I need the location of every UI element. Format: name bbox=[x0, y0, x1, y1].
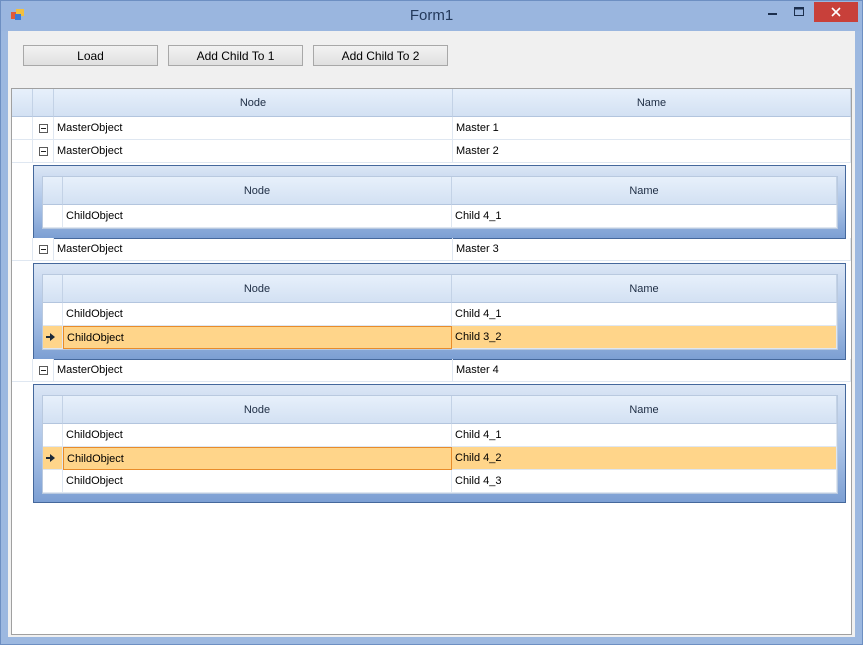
child-name-cell[interactable]: Child 4_1 bbox=[452, 424, 837, 447]
column-header-name[interactable]: Name bbox=[453, 89, 851, 117]
current-row-arrow-icon bbox=[46, 454, 55, 462]
child-row-header-current[interactable] bbox=[43, 326, 63, 349]
child-column-header-node[interactable]: Node bbox=[63, 275, 452, 303]
child-row-header-current[interactable] bbox=[43, 447, 63, 470]
master-node-cell[interactable]: MasterObject bbox=[54, 117, 453, 140]
expander-column-header bbox=[33, 89, 54, 117]
child-name-cell[interactable]: Child 4_1 bbox=[452, 303, 837, 326]
master-node-cell[interactable]: MasterObject bbox=[54, 238, 453, 261]
current-row-arrow-icon bbox=[46, 333, 55, 341]
child-row-header[interactable] bbox=[43, 303, 63, 326]
child-row-header[interactable] bbox=[43, 205, 63, 228]
master-name-cell[interactable]: Master 4 bbox=[453, 359, 851, 382]
row-header[interactable] bbox=[12, 117, 33, 140]
child-node-cell-selected[interactable]: ChildObject bbox=[63, 447, 452, 470]
master-node-cell[interactable]: MasterObject bbox=[54, 140, 453, 163]
child-column-header-node[interactable]: Node bbox=[63, 177, 452, 205]
child-node-cell[interactable]: ChildObject bbox=[63, 205, 452, 228]
child-column-header-node[interactable]: Node bbox=[63, 396, 452, 424]
row-header[interactable] bbox=[12, 238, 33, 261]
child-column-header-name[interactable]: Name bbox=[452, 396, 837, 424]
child-name-cell-selected[interactable]: Child 3_2 bbox=[452, 326, 837, 349]
child-grid-panel: Node Name ChildObject Child 4_1 bbox=[33, 165, 846, 239]
child-grid[interactable]: Node Name ChildObject Child 4_1 ChildObj… bbox=[42, 395, 838, 494]
row-header[interactable] bbox=[12, 359, 33, 382]
child-node-cell[interactable]: ChildObject bbox=[63, 303, 452, 326]
master-name-cell[interactable]: Master 3 bbox=[453, 238, 851, 261]
child-name-cell[interactable]: Child 4_3 bbox=[452, 470, 837, 493]
child-node-cell[interactable]: ChildObject bbox=[63, 470, 452, 493]
close-icon bbox=[831, 7, 841, 17]
child-name-cell-selected[interactable]: Child 4_2 bbox=[452, 447, 837, 470]
expander-cell[interactable] bbox=[33, 238, 54, 261]
collapse-icon[interactable] bbox=[39, 147, 48, 156]
window-title: Form1 bbox=[409, 7, 454, 24]
child-grid[interactable]: Node Name ChildObject Child 4_1 ChildObj… bbox=[42, 274, 838, 350]
add-child-to-1-button[interactable]: Add Child To 1 bbox=[168, 45, 303, 66]
child-name-cell[interactable]: Child 4_1 bbox=[452, 205, 837, 228]
child-row-header-corner bbox=[43, 275, 63, 303]
client-area: Load Add Child To 1 Add Child To 2 Node … bbox=[8, 31, 855, 637]
collapse-icon[interactable] bbox=[39, 124, 48, 133]
child-row-header-corner bbox=[43, 177, 63, 205]
load-button[interactable]: Load bbox=[23, 45, 158, 66]
child-grid-panel: Node Name ChildObject Child 4_1 ChildObj… bbox=[33, 263, 846, 360]
child-row-header-corner bbox=[43, 396, 63, 424]
window: Form1 Load Add Child To 1 Add Child To 2… bbox=[0, 0, 863, 645]
title-bar[interactable]: Form1 bbox=[1, 1, 862, 31]
child-column-header-name[interactable]: Name bbox=[452, 275, 837, 303]
child-row-header[interactable] bbox=[43, 470, 63, 493]
column-header-node[interactable]: Node bbox=[54, 89, 453, 117]
expander-cell[interactable] bbox=[33, 140, 54, 163]
child-grid[interactable]: Node Name ChildObject Child 4_1 bbox=[42, 176, 838, 229]
row-header[interactable] bbox=[12, 140, 33, 163]
row-header-corner bbox=[12, 89, 33, 117]
collapse-icon[interactable] bbox=[39, 366, 48, 375]
child-grid-panel: Node Name ChildObject Child 4_1 ChildObj… bbox=[33, 384, 846, 503]
close-button[interactable] bbox=[814, 2, 858, 22]
child-node-cell-selected[interactable]: ChildObject bbox=[63, 326, 452, 349]
minimize-button[interactable] bbox=[761, 2, 785, 22]
master-name-cell[interactable]: Master 1 bbox=[453, 117, 851, 140]
master-grid[interactable]: Node Name MasterObject Master 1 MasterOb… bbox=[11, 88, 852, 635]
minimize-icon bbox=[768, 13, 777, 15]
master-name-cell[interactable]: Master 2 bbox=[453, 140, 851, 163]
expander-cell[interactable] bbox=[33, 359, 54, 382]
maximize-icon bbox=[793, 7, 804, 16]
child-node-cell[interactable]: ChildObject bbox=[63, 424, 452, 447]
maximize-button[interactable] bbox=[787, 2, 811, 22]
collapse-icon[interactable] bbox=[39, 245, 48, 254]
child-column-header-name[interactable]: Name bbox=[452, 177, 837, 205]
child-row-header[interactable] bbox=[43, 424, 63, 447]
master-node-cell[interactable]: MasterObject bbox=[54, 359, 453, 382]
add-child-to-2-button[interactable]: Add Child To 2 bbox=[313, 45, 448, 66]
expander-cell[interactable] bbox=[33, 117, 54, 140]
